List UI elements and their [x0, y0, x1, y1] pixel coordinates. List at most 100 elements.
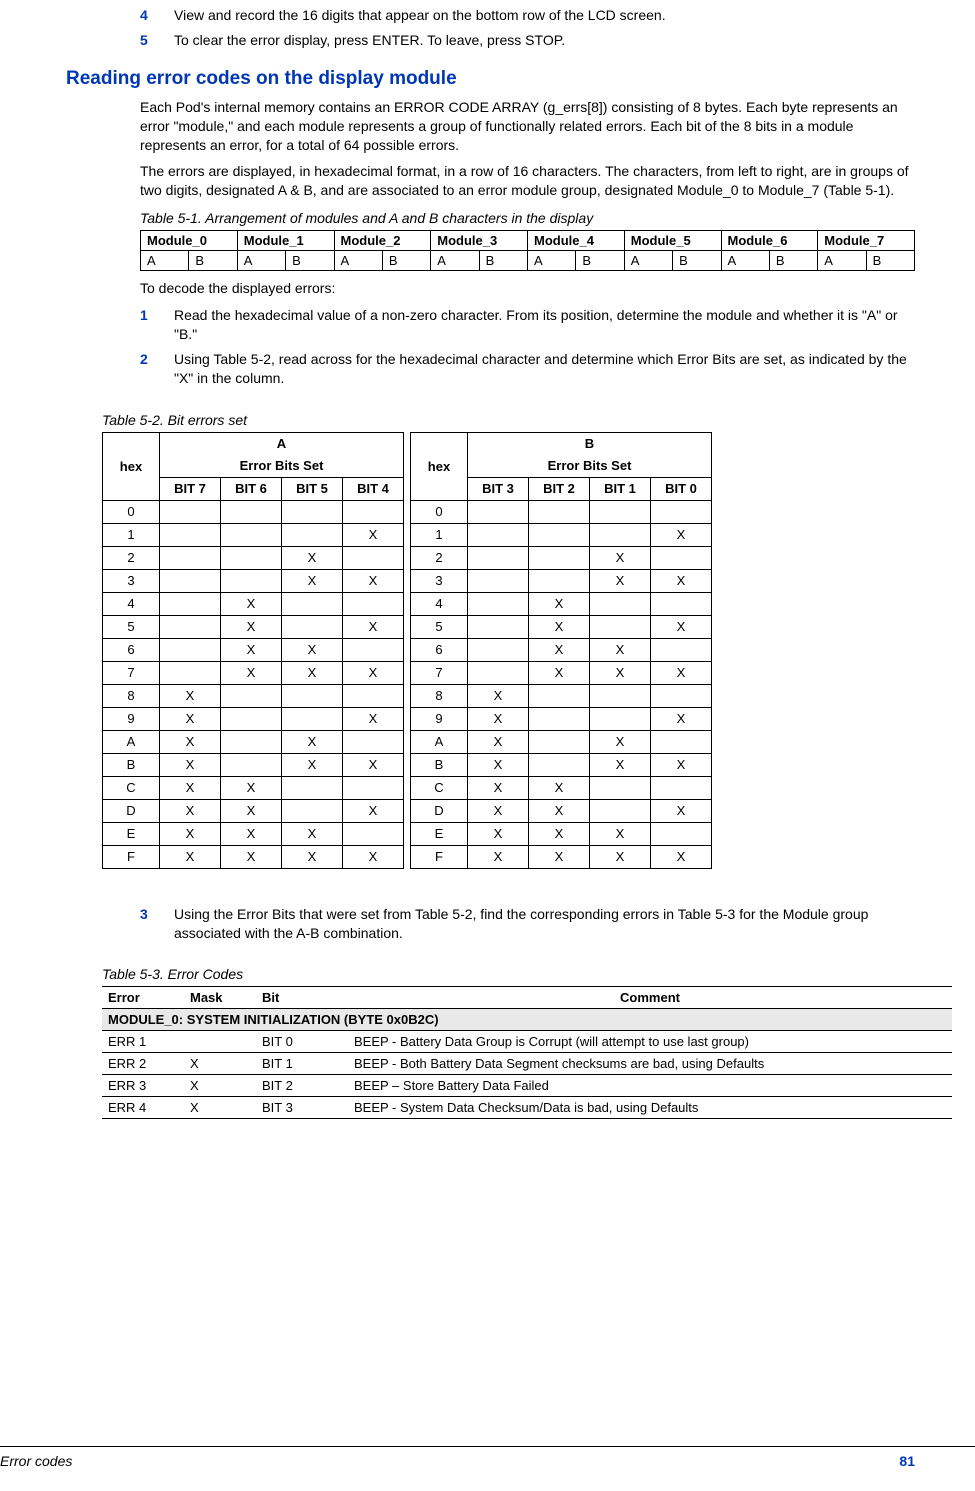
bit-cell: X — [529, 799, 590, 822]
bit-cell — [343, 776, 404, 799]
bit-cell: X — [529, 822, 590, 845]
module-header: Module_0 — [141, 231, 238, 251]
hex-cell: 1 — [411, 523, 468, 546]
hex-cell: 4 — [103, 592, 160, 615]
module-cell: B — [286, 251, 334, 271]
bit-cell — [221, 730, 282, 753]
bit-cell: X — [651, 523, 712, 546]
bit-cell: X — [651, 615, 712, 638]
step-item: 1Read the hexadecimal value of a non-zer… — [140, 306, 915, 344]
bit-cell: X — [590, 753, 651, 776]
bit-cell — [282, 707, 343, 730]
bit-cell — [590, 615, 651, 638]
hex-cell: 6 — [103, 638, 160, 661]
table-row: 4X4X — [103, 592, 712, 615]
bit-cell — [160, 569, 221, 592]
bit-header: BIT 5 — [282, 477, 343, 500]
bit-header: BIT 1 — [590, 477, 651, 500]
bit-cell — [590, 776, 651, 799]
table-row: EXXXEXXX — [103, 822, 712, 845]
hex-cell: 2 — [411, 546, 468, 569]
module-header: Module_5 — [624, 231, 721, 251]
module-header: Module_7 — [818, 231, 915, 251]
bit-cell: X — [160, 707, 221, 730]
table-row: 00 — [103, 500, 712, 523]
hex-cell: 5 — [411, 615, 468, 638]
bit-cell — [651, 638, 712, 661]
bit-cell: X — [221, 776, 282, 799]
module-header: Module_3 — [431, 231, 528, 251]
bit-cell: X — [529, 661, 590, 684]
bit-cell: X — [343, 707, 404, 730]
hex-cell: 1 — [103, 523, 160, 546]
bit-cell: BIT 2 — [256, 1075, 348, 1097]
bit-cell: X — [282, 638, 343, 661]
table-row: ERR 4XBIT 3BEEP - System Data Checksum/D… — [102, 1097, 952, 1119]
bit-cell — [282, 500, 343, 523]
hex-cell: 3 — [411, 569, 468, 592]
bit-cell — [282, 592, 343, 615]
hex-cell: A — [411, 730, 468, 753]
bit-cell — [468, 638, 529, 661]
bit-cell — [160, 615, 221, 638]
bit-cell — [468, 523, 529, 546]
bit-cell — [221, 753, 282, 776]
table-5-1-caption: Table 5-1. Arrangement of modules and A … — [140, 210, 915, 226]
bit-cell: X — [343, 845, 404, 868]
bit-cell — [343, 500, 404, 523]
module-cell: B — [866, 251, 914, 271]
bit-cell — [651, 546, 712, 569]
hex-cell: E — [103, 822, 160, 845]
bit-cell: X — [590, 546, 651, 569]
table-5-2: hex A hex B Error Bits Set Error Bits Se… — [102, 432, 712, 869]
hex-cell: 8 — [411, 684, 468, 707]
bit-cell: X — [343, 799, 404, 822]
bit-cell: X — [282, 661, 343, 684]
step-text: Using the Error Bits that were set from … — [174, 905, 915, 943]
t52-sub-a: Error Bits Set — [160, 455, 404, 478]
bit-cell: X — [468, 753, 529, 776]
hex-cell: 9 — [411, 707, 468, 730]
table-row: 8X8X — [103, 684, 712, 707]
step-text: To clear the error display, press ENTER.… — [174, 31, 915, 50]
mask-cell: X — [184, 1097, 256, 1119]
hex-cell: 9 — [103, 707, 160, 730]
hex-cell: 2 — [103, 546, 160, 569]
bit-cell — [343, 730, 404, 753]
hex-cell: 5 — [103, 615, 160, 638]
bit-cell: X — [282, 730, 343, 753]
comment-cell: BEEP - System Data Checksum/Data is bad,… — [348, 1097, 952, 1119]
module-cell: A — [624, 251, 672, 271]
bit-cell: X — [590, 845, 651, 868]
hex-cell: 7 — [103, 661, 160, 684]
bit-cell — [160, 638, 221, 661]
bit-cell: X — [590, 638, 651, 661]
bit-cell: X — [468, 684, 529, 707]
footer-page-number: 81 — [899, 1453, 915, 1469]
step-text: Read the hexadecimal value of a non-zero… — [174, 306, 915, 344]
module-header: Module_2 — [334, 231, 431, 251]
bit-cell: X — [343, 753, 404, 776]
err-cell: ERR 2 — [102, 1053, 184, 1075]
bit-cell — [590, 707, 651, 730]
bit-cell: X — [343, 615, 404, 638]
step-item: 2Using Table 5-2, read across for the he… — [140, 350, 915, 388]
hex-cell: F — [411, 845, 468, 868]
bit-cell — [590, 592, 651, 615]
bit-cell — [529, 753, 590, 776]
bit-cell: X — [651, 753, 712, 776]
bit-cell — [343, 822, 404, 845]
hex-cell: 4 — [411, 592, 468, 615]
bit-cell: BIT 0 — [256, 1031, 348, 1053]
module-cell: B — [479, 251, 527, 271]
bit-cell: X — [221, 845, 282, 868]
module-cell: A — [237, 251, 285, 271]
bit-cell: X — [590, 730, 651, 753]
bit-cell — [343, 684, 404, 707]
module-cell: B — [769, 251, 817, 271]
bit-header: BIT 0 — [651, 477, 712, 500]
bit-cell — [282, 684, 343, 707]
module-header: Module_6 — [721, 231, 818, 251]
step-number: 1 — [140, 306, 174, 344]
bit-cell: X — [590, 661, 651, 684]
